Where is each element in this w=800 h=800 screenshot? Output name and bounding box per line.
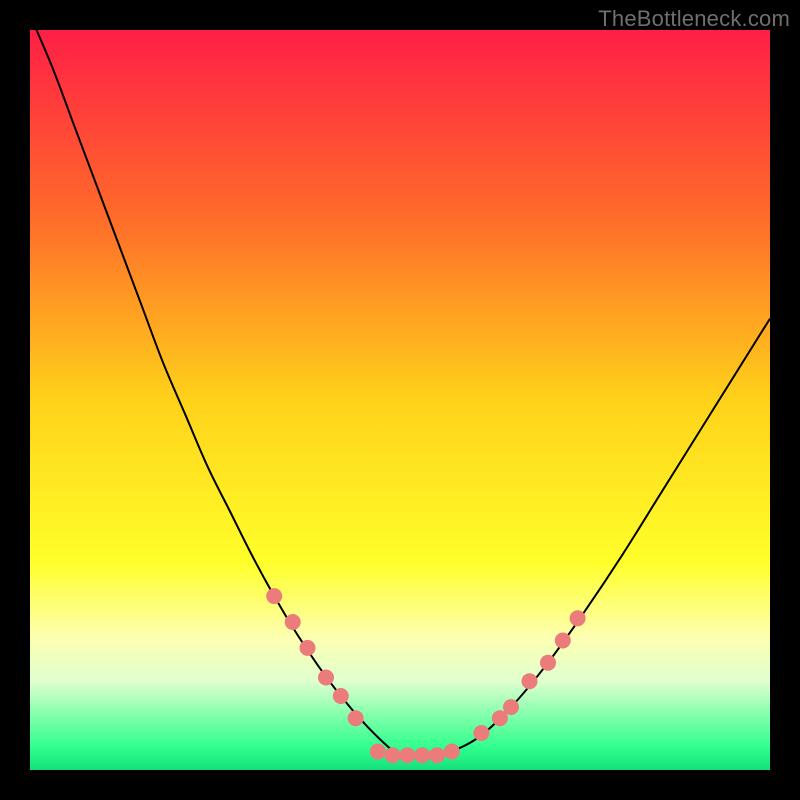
- marker-dot: [399, 747, 415, 763]
- marker-dot: [444, 744, 460, 760]
- marker-dot: [348, 710, 364, 726]
- marker-dot: [333, 688, 349, 704]
- chart-svg: [0, 0, 800, 800]
- marker-dot: [385, 747, 401, 763]
- marker-dot: [555, 633, 571, 649]
- marker-dot: [266, 588, 282, 604]
- marker-dot: [503, 699, 519, 715]
- marker-dot: [370, 744, 386, 760]
- marker-dot: [540, 655, 556, 671]
- marker-dot: [414, 747, 430, 763]
- marker-dot: [300, 640, 316, 656]
- marker-dot: [473, 725, 489, 741]
- marker-dot: [522, 673, 538, 689]
- gradient-background: [30, 30, 770, 770]
- marker-dot: [429, 747, 445, 763]
- marker-dot: [318, 670, 334, 686]
- marker-dot: [570, 610, 586, 626]
- watermark-text: TheBottleneck.com: [598, 6, 790, 32]
- marker-dot: [285, 614, 301, 630]
- chart-root: TheBottleneck.com: [0, 0, 800, 800]
